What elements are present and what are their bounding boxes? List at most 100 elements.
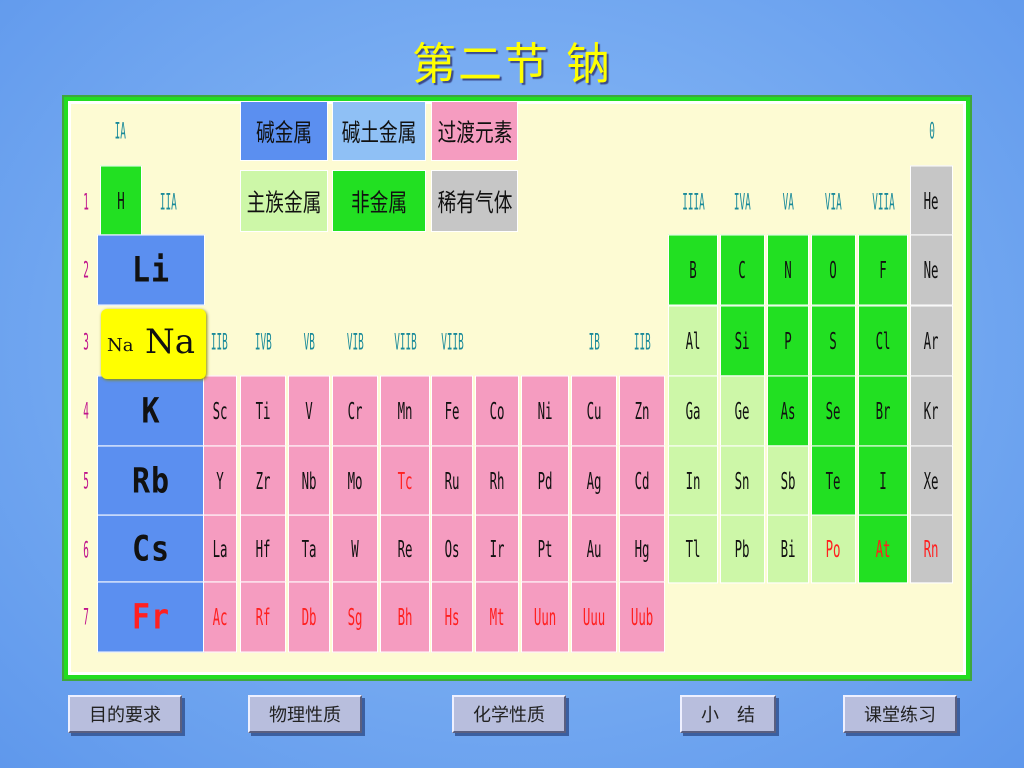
element-db[interactable]: Db <box>288 581 330 653</box>
element-sc[interactable]: Sc <box>203 375 237 447</box>
element-v[interactable]: V <box>288 375 330 447</box>
element-bh[interactable]: Bh <box>380 581 430 653</box>
element-c[interactable]: C <box>720 234 765 306</box>
group-label-ib: IB <box>588 330 600 356</box>
element-zn[interactable]: Zn <box>619 375 665 447</box>
element-kr[interactable]: Kr <box>910 375 953 447</box>
element-at[interactable]: At <box>858 514 908 584</box>
group-label-iia: IIA <box>159 190 177 216</box>
element-hs[interactable]: Hs <box>431 581 473 653</box>
element-ga[interactable]: Ga <box>668 375 718 447</box>
element-b[interactable]: B <box>668 234 718 306</box>
element-al[interactable]: Al <box>668 305 718 377</box>
element-ac[interactable]: Ac <box>203 581 237 653</box>
group-label-viiib: VIIB <box>440 330 464 356</box>
element-mn[interactable]: Mn <box>380 375 430 447</box>
legend-nonmetal: 非金属 <box>332 170 426 232</box>
element-ir[interactable]: Ir <box>475 514 519 584</box>
element-ru[interactable]: Ru <box>431 445 473 517</box>
element-s[interactable]: S <box>811 305 856 377</box>
element-sb[interactable]: Sb <box>767 445 809 517</box>
element-br[interactable]: Br <box>858 375 908 447</box>
element-re[interactable]: Re <box>380 514 430 584</box>
element-li[interactable]: Li <box>97 234 205 306</box>
element-o[interactable]: O <box>811 234 856 306</box>
element-fe[interactable]: Fe <box>431 375 473 447</box>
group-label-vib: VIB <box>346 330 364 356</box>
element-ti[interactable]: Ti <box>240 375 286 447</box>
element-ar[interactable]: Ar <box>910 305 953 377</box>
element-ta[interactable]: Ta <box>288 514 330 584</box>
group-label-vb: VB <box>303 330 315 356</box>
element-uub[interactable]: Uub <box>619 581 665 653</box>
period-label-5: 5 <box>83 469 89 495</box>
sodium-symbol-small: Na <box>107 335 134 356</box>
element-la[interactable]: La <box>203 514 237 584</box>
element-pb[interactable]: Pb <box>720 514 765 584</box>
group-label-iva: IVA <box>734 190 751 216</box>
element-i[interactable]: I <box>858 445 908 517</box>
period-label-7: 7 <box>83 605 89 631</box>
nav-objectives-button[interactable]: 目的要求 <box>68 695 182 733</box>
legend-noble-gas: 稀有气体 <box>431 170 518 232</box>
element-os[interactable]: Os <box>431 514 473 584</box>
element-hf[interactable]: Hf <box>240 514 286 584</box>
element-fr[interactable]: Fr <box>97 581 205 653</box>
element-se[interactable]: Se <box>811 375 856 447</box>
element-cs[interactable]: Cs <box>97 514 205 584</box>
element-w[interactable]: W <box>332 514 378 584</box>
group-label-iiia: IIIA <box>681 190 705 216</box>
element-ne[interactable]: Ne <box>910 234 953 306</box>
element-y[interactable]: Y <box>203 445 237 517</box>
element-si[interactable]: Si <box>720 305 765 377</box>
element-in[interactable]: In <box>668 445 718 517</box>
group-label-iib: IIB <box>633 330 651 356</box>
element-f[interactable]: F <box>858 234 908 306</box>
element-ag[interactable]: Ag <box>571 445 617 517</box>
element-cu[interactable]: Cu <box>571 375 617 447</box>
element-cl[interactable]: Cl <box>858 305 908 377</box>
nav-chemical-properties-button[interactable]: 化学性质 <box>452 695 566 733</box>
element-nb[interactable]: Nb <box>288 445 330 517</box>
period-label-2: 2 <box>83 258 89 284</box>
element-pt[interactable]: Pt <box>521 514 569 584</box>
element-pd[interactable]: Pd <box>521 445 569 517</box>
element-rf[interactable]: Rf <box>240 581 286 653</box>
element-uun[interactable]: Uun <box>521 581 569 653</box>
element-h[interactable]: H <box>100 165 142 237</box>
element-k[interactable]: K <box>97 375 205 447</box>
element-sn[interactable]: Sn <box>720 445 765 517</box>
element-mo[interactable]: Mo <box>332 445 378 517</box>
element-zr[interactable]: Zr <box>240 445 286 517</box>
nav-exercise-button[interactable]: 课堂练习 <box>843 695 957 733</box>
element-co[interactable]: Co <box>475 375 519 447</box>
element-n[interactable]: N <box>767 234 809 306</box>
element-cd[interactable]: Cd <box>619 445 665 517</box>
element-rh[interactable]: Rh <box>475 445 519 517</box>
period-label-1: 1 <box>83 190 89 216</box>
element-mt[interactable]: Mt <box>475 581 519 653</box>
element-rb[interactable]: Rb <box>97 445 205 517</box>
element-ge[interactable]: Ge <box>720 375 765 447</box>
element-cr[interactable]: Cr <box>332 375 378 447</box>
group-label-viib: VIIB <box>393 330 417 356</box>
element-rn[interactable]: Rn <box>910 514 953 584</box>
page-title: 第二节 钠 <box>412 39 612 90</box>
element-te[interactable]: Te <box>811 445 856 517</box>
element-po[interactable]: Po <box>811 514 856 584</box>
element-au[interactable]: Au <box>571 514 617 584</box>
legend-alkali: 碱金属 <box>240 101 328 161</box>
element-tc[interactable]: Tc <box>380 445 430 517</box>
element-p[interactable]: P <box>767 305 809 377</box>
element-ni[interactable]: Ni <box>521 375 569 447</box>
element-hg[interactable]: Hg <box>619 514 665 584</box>
element-tl[interactable]: Tl <box>668 514 718 584</box>
element-xe[interactable]: Xe <box>910 445 953 517</box>
element-as[interactable]: As <box>767 375 809 447</box>
element-uuu[interactable]: Uuu <box>571 581 617 653</box>
element-bi[interactable]: Bi <box>767 514 809 584</box>
element-he[interactable]: He <box>910 165 953 237</box>
nav-summary-button[interactable]: 小 结 <box>680 695 776 733</box>
nav-physical-properties-button[interactable]: 物理性质 <box>248 695 362 733</box>
element-sg[interactable]: Sg <box>332 581 378 653</box>
